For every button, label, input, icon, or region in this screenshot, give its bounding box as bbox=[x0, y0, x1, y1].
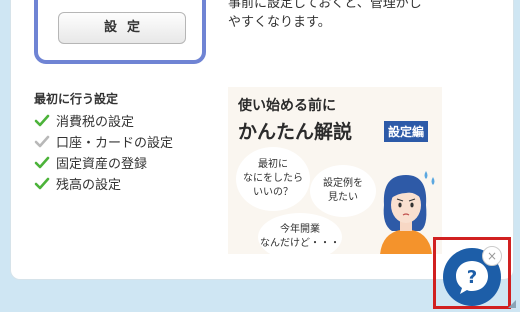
bubble-text: 最初に bbox=[258, 159, 288, 170]
banner-title-line-1: 使い始める前に bbox=[238, 98, 336, 114]
first-setup-title: 最初に行う設定 bbox=[34, 92, 119, 106]
setup-checklist: 消費税の設定 口座・カードの設定 固定資産の登録 残高の設定 bbox=[34, 110, 173, 194]
check-icon bbox=[34, 156, 50, 168]
checklist-item-label: 消費税の設定 bbox=[56, 115, 135, 130]
banner-badge: 設定編 bbox=[384, 121, 429, 142]
checklist-item-label: 固定資産の登録 bbox=[56, 157, 148, 172]
bubble-text: いいの？ bbox=[253, 187, 293, 198]
speech-bubble: 最初に なにをしたら いいの？ bbox=[236, 147, 310, 211]
check-icon bbox=[34, 177, 50, 189]
checklist-item[interactable]: 消費税の設定 bbox=[34, 110, 173, 131]
setup-description: 事前に設定しておくと、管理がし やすくなります。 bbox=[228, 0, 458, 32]
checklist-item[interactable]: 固定資産の登録 bbox=[34, 152, 173, 173]
guide-banner[interactable]: 使い始める前に かんたん解説 設定編 最初に なにをしたら いいの？ 設定例を … bbox=[228, 87, 442, 254]
description-line-2: やすくなります。 bbox=[228, 15, 331, 30]
bubble-text: なんだけど・・・ bbox=[260, 238, 340, 249]
check-icon bbox=[34, 114, 50, 126]
checklist-item-label: 残高の設定 bbox=[56, 178, 122, 193]
speech-bubble: 設定例を 見たい bbox=[310, 165, 376, 217]
page-background: 設定 事前に設定しておくと、管理がし やすくなります。 最初に行う設定 消費税の… bbox=[0, 0, 520, 312]
bubble-text: 見たい bbox=[328, 192, 358, 203]
setup-button[interactable]: 設定 bbox=[58, 12, 186, 44]
checklist-item-label: 口座・カードの設定 bbox=[56, 136, 174, 151]
bubble-text: 設定例を bbox=[323, 178, 363, 189]
description-line-1: 事前に設定しておくと、管理がし bbox=[228, 0, 422, 11]
checklist-item[interactable]: 口座・カードの設定 bbox=[34, 131, 173, 152]
speech-bubble: 今年開業 なんだけど・・・ bbox=[258, 213, 342, 254]
svg-text:?: ? bbox=[467, 267, 477, 288]
confused-woman-illustration bbox=[380, 171, 435, 254]
help-close-button[interactable]: × bbox=[482, 246, 502, 266]
bubble-text: なにをしたら bbox=[243, 173, 303, 184]
setup-card: 設定 bbox=[34, 0, 206, 64]
banner-title-line-2: かんたん解説 bbox=[238, 121, 353, 143]
checklist-item[interactable]: 残高の設定 bbox=[34, 173, 173, 194]
check-icon bbox=[34, 135, 50, 147]
bubble-text: 今年開業 bbox=[280, 224, 320, 235]
resize-handle-icon[interactable] bbox=[508, 300, 516, 308]
